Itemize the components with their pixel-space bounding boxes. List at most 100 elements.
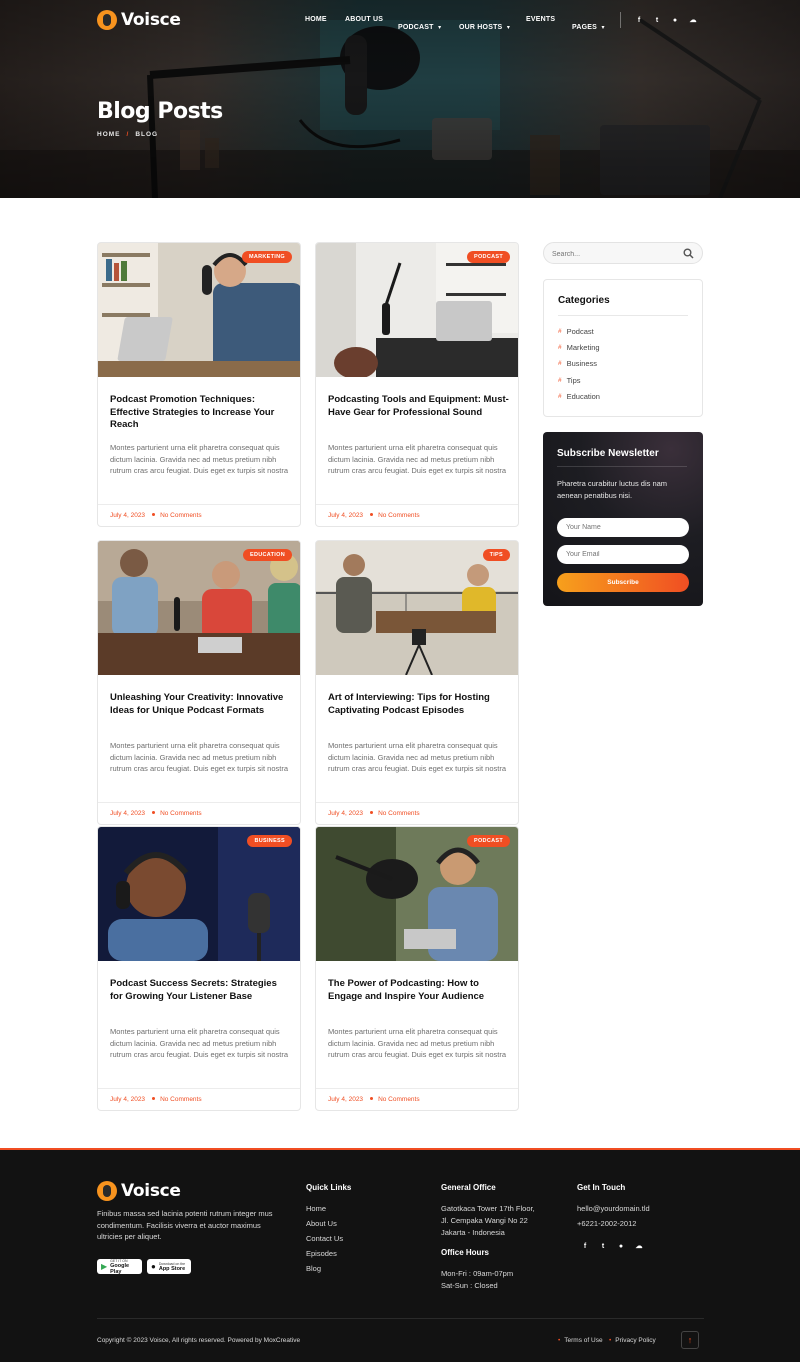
post-meta: July 4, 2023 No Comments bbox=[316, 1088, 518, 1110]
breadcrumb-home[interactable]: HOME bbox=[97, 131, 121, 138]
soundcloud-icon[interactable]: ☁ bbox=[688, 15, 698, 25]
nav-events[interactable]: EVENTS bbox=[526, 16, 555, 23]
breadcrumb: HOME / BLOG bbox=[97, 131, 158, 138]
post-title[interactable]: Unleashing Your Creativity: Innovative I… bbox=[110, 692, 292, 717]
divider bbox=[558, 315, 688, 316]
footer-logo[interactable]: Voisce bbox=[97, 1181, 181, 1201]
newsletter-email-input[interactable] bbox=[557, 545, 689, 564]
post-date[interactable]: July 4, 2023 bbox=[110, 810, 145, 817]
quick-links-title: Quick Links bbox=[306, 1183, 352, 1192]
category-link-marketing[interactable]: # Marketing bbox=[558, 343, 600, 352]
headphone-mic-icon bbox=[97, 10, 117, 30]
post-thumbnail-image[interactable] bbox=[98, 827, 301, 961]
category-link-education[interactable]: # Education bbox=[558, 392, 600, 401]
breadcrumb-separator: / bbox=[126, 131, 130, 138]
nav-divider bbox=[620, 12, 621, 28]
nav-about-us[interactable]: ABOUT US bbox=[345, 16, 383, 23]
twitter-icon[interactable]: t bbox=[598, 1241, 608, 1251]
post-title[interactable]: Podcast Success Secrets: Strategies for … bbox=[110, 978, 292, 1003]
category-label: Education bbox=[566, 392, 600, 401]
category-link-tips[interactable]: # Tips bbox=[558, 376, 581, 385]
facebook-icon[interactable]: f bbox=[634, 15, 644, 25]
category-badge[interactable]: MARKETING bbox=[241, 251, 292, 263]
category-badge[interactable]: BUSINESS bbox=[247, 835, 292, 847]
post-thumbnail-image[interactable] bbox=[98, 243, 301, 377]
sidebar-search bbox=[543, 242, 703, 264]
office-hours-weekend: Sat-Sun : Closed bbox=[441, 1281, 498, 1290]
soundcloud-icon[interactable]: ☁ bbox=[634, 1241, 644, 1251]
post-title[interactable]: Podcast Promotion Techniques: Effective … bbox=[110, 394, 292, 432]
post-comments[interactable]: No Comments bbox=[378, 512, 420, 519]
subscribe-button[interactable]: Subscribe bbox=[557, 573, 689, 592]
footer-link-home[interactable]: Home bbox=[306, 1204, 326, 1213]
post-comments[interactable]: No Comments bbox=[378, 810, 420, 817]
category-link-podcast[interactable]: # Podcast bbox=[558, 327, 594, 336]
post-comments[interactable]: No Comments bbox=[160, 1096, 202, 1103]
post-excerpt: Montes parturient urna elit pharetra con… bbox=[110, 1027, 288, 1059]
privacy-policy-label: Privacy Policy bbox=[615, 1337, 656, 1344]
post-comments[interactable]: No Comments bbox=[378, 1096, 420, 1103]
blog-card[interactable]: PODCAST Podcasting Tools and Equipment: … bbox=[315, 242, 519, 527]
categories-title: Categories bbox=[558, 295, 610, 306]
app-store-label: App Store bbox=[158, 1265, 186, 1272]
nav-podcast-label: PODCAST bbox=[398, 24, 434, 31]
terms-of-use-link[interactable]: • Terms of Use bbox=[558, 1337, 603, 1344]
post-title[interactable]: The Power of Podcasting: How to Engage a… bbox=[328, 978, 510, 1003]
footer-link-blog[interactable]: Blog bbox=[306, 1264, 321, 1273]
hash-icon: # bbox=[558, 360, 562, 367]
blog-card[interactable]: BUSINESS Podcast Success Secrets: Strate… bbox=[97, 826, 301, 1111]
post-date[interactable]: July 4, 2023 bbox=[328, 1096, 363, 1103]
privacy-policy-link[interactable]: • Privacy Policy bbox=[609, 1337, 656, 1344]
footer-email[interactable]: hello@yourdomain.tld bbox=[577, 1204, 650, 1213]
blog-card[interactable]: TIPS Art of Interviewing: Tips for Hosti… bbox=[315, 540, 519, 825]
footer-link-episodes[interactable]: Episodes bbox=[306, 1249, 337, 1258]
category-badge[interactable]: PODCAST bbox=[467, 835, 510, 847]
search-icon[interactable] bbox=[683, 248, 694, 259]
post-meta: July 4, 2023 No Comments bbox=[98, 802, 300, 824]
post-title[interactable]: Art of Interviewing: Tips for Hosting Ca… bbox=[328, 692, 510, 717]
search-input[interactable] bbox=[552, 248, 672, 260]
hash-icon: # bbox=[558, 344, 562, 351]
post-date[interactable]: July 4, 2023 bbox=[328, 512, 363, 519]
post-title[interactable]: Podcasting Tools and Equipment: Must-Hav… bbox=[328, 394, 510, 419]
category-label: Tips bbox=[566, 376, 581, 385]
post-meta: July 4, 2023 No Comments bbox=[316, 802, 518, 824]
post-comments[interactable]: No Comments bbox=[160, 810, 202, 817]
blog-card[interactable]: EDUCATION Unleashing Your Creativity: In… bbox=[97, 540, 301, 825]
nav-home[interactable]: HOME bbox=[305, 16, 327, 23]
category-badge[interactable]: EDUCATION bbox=[243, 549, 292, 561]
footer-about: Finibus massa sed lacinia potenti rutrum… bbox=[97, 1209, 273, 1241]
dribbble-icon[interactable]: ● bbox=[670, 15, 680, 25]
post-thumbnail-image[interactable] bbox=[316, 243, 519, 377]
post-comments[interactable]: No Comments bbox=[160, 512, 202, 519]
blog-card[interactable]: MARKETING Podcast Promotion Techniques: … bbox=[97, 242, 301, 527]
site-logo[interactable]: Voisce bbox=[97, 10, 181, 30]
nav-pages[interactable]: PAGES ▾ bbox=[572, 16, 604, 34]
office-address-line-3: Jakarta - Indonesia bbox=[441, 1228, 505, 1237]
dribbble-icon[interactable]: ● bbox=[616, 1241, 626, 1251]
back-to-top-button[interactable]: ↑ bbox=[681, 1331, 699, 1349]
category-link-business[interactable]: # Business bbox=[558, 359, 597, 368]
google-play-badge[interactable]: ▶ GET IT ON Google Play bbox=[97, 1259, 142, 1275]
nav-our-hosts[interactable]: OUR HOSTS ▾ bbox=[459, 16, 510, 34]
logo-text: Voisce bbox=[121, 10, 181, 30]
post-thumbnail-image[interactable] bbox=[316, 541, 519, 675]
chevron-down-icon: ▾ bbox=[506, 25, 510, 31]
category-badge[interactable]: TIPS bbox=[482, 549, 510, 561]
post-date[interactable]: July 4, 2023 bbox=[110, 512, 145, 519]
newsletter-name-input[interactable] bbox=[557, 518, 689, 537]
post-thumbnail-image[interactable] bbox=[98, 541, 301, 675]
post-date[interactable]: July 4, 2023 bbox=[110, 1096, 145, 1103]
app-store-badge[interactable]: ● Download on the App Store bbox=[147, 1259, 191, 1274]
footer-link-about-us[interactable]: About Us bbox=[306, 1219, 337, 1228]
facebook-icon[interactable]: f bbox=[580, 1241, 590, 1251]
footer-link-contact-us[interactable]: Contact Us bbox=[306, 1234, 343, 1243]
footer-phone[interactable]: +6221-2002-2012 bbox=[577, 1219, 636, 1228]
post-date[interactable]: July 4, 2023 bbox=[328, 810, 363, 817]
blog-card[interactable]: PODCAST The Power of Podcasting: How to … bbox=[315, 826, 519, 1111]
nav-podcast[interactable]: PODCAST ▾ bbox=[398, 16, 441, 34]
office-address-line-2: Jl. Cempaka Wangi No 22 bbox=[441, 1216, 528, 1225]
twitter-icon[interactable]: t bbox=[652, 15, 662, 25]
category-badge[interactable]: PODCAST bbox=[467, 251, 510, 263]
post-thumbnail-image[interactable] bbox=[316, 827, 519, 961]
